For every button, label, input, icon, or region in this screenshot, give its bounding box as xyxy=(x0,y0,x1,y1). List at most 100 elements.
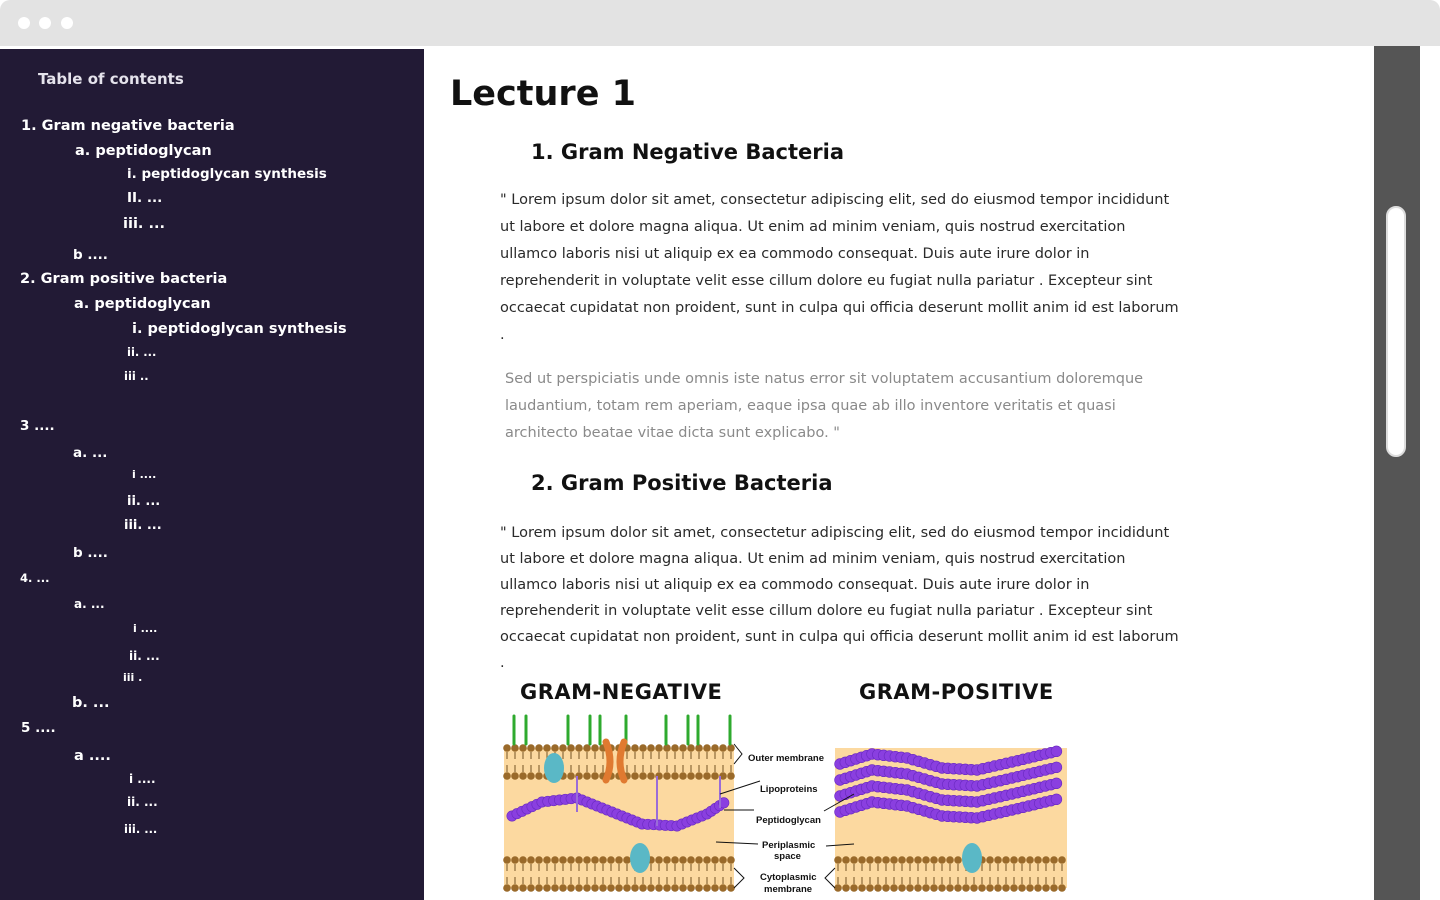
lipid-head xyxy=(607,856,615,864)
minimize-window-button[interactable] xyxy=(39,17,51,29)
lipid-head xyxy=(535,856,543,864)
toc-item[interactable]: 2. Gram positive bacteria xyxy=(20,271,227,287)
page-title: Lecture 1 xyxy=(450,74,636,114)
lipid-head xyxy=(567,856,575,864)
lipid-head xyxy=(647,884,655,892)
lipid-head xyxy=(1026,856,1034,864)
lipid-head xyxy=(591,856,599,864)
lipid-head xyxy=(623,884,631,892)
membrane-protein xyxy=(962,843,982,873)
close-window-button[interactable] xyxy=(18,17,30,29)
lipid-head xyxy=(1026,884,1034,892)
toc-item[interactable]: 4. ... xyxy=(20,571,49,585)
toc-item[interactable]: i .... xyxy=(133,622,157,635)
membrane-protein xyxy=(630,843,650,873)
toc-item[interactable]: 5 .... xyxy=(21,720,56,736)
lipid-head xyxy=(954,884,962,892)
lipid-head xyxy=(866,856,874,864)
toc-item[interactable]: iii. ... xyxy=(123,216,165,232)
lipid-head xyxy=(679,884,687,892)
lipid-head xyxy=(930,884,938,892)
lipid-head xyxy=(727,744,735,752)
lipid-head xyxy=(503,772,511,780)
lipid-head xyxy=(711,744,719,752)
vertical-scrollbar[interactable] xyxy=(1374,46,1420,900)
lipid-head xyxy=(663,884,671,892)
toc-item[interactable]: ii. ... xyxy=(127,494,160,509)
lipid-head xyxy=(695,856,703,864)
lipid-head xyxy=(503,884,511,892)
membrane-protein xyxy=(544,753,564,783)
section-heading: 1. Gram Negative Bacteria xyxy=(531,140,844,164)
lipid-head xyxy=(954,856,962,864)
lipid-head xyxy=(962,884,970,892)
lipid-head xyxy=(543,744,551,752)
lipid-head xyxy=(711,772,719,780)
lipid-head xyxy=(695,884,703,892)
lipid-head xyxy=(946,884,954,892)
maximize-window-button[interactable] xyxy=(61,17,73,29)
toc-item[interactable]: i. peptidoglycan synthesis xyxy=(132,321,347,337)
lipid-head xyxy=(631,744,639,752)
lipid-head xyxy=(970,884,978,892)
toc-item[interactable]: ii. ... xyxy=(129,649,160,663)
lipid-head xyxy=(890,856,898,864)
lipid-head xyxy=(1042,856,1050,864)
lipid-head xyxy=(703,744,711,752)
lipid-head xyxy=(914,884,922,892)
toc-item[interactable]: b .... xyxy=(73,545,108,561)
lipid-head xyxy=(559,744,567,752)
lipid-head xyxy=(898,856,906,864)
paragraph: " Lorem ipsum dolor sit amet, consectetu… xyxy=(500,192,1179,343)
lipid-head xyxy=(719,856,727,864)
lipid-head xyxy=(687,856,695,864)
toc-item[interactable]: II. ... xyxy=(127,190,162,206)
lipid-head xyxy=(671,772,679,780)
quote-paragraph: Sed ut perspiciatis unde omnis iste natu… xyxy=(505,371,1144,441)
toc-item[interactable]: ii. ... xyxy=(127,795,158,809)
toc-item[interactable]: i. peptidoglycan synthesis xyxy=(127,166,327,182)
toc-item[interactable]: iii. ... xyxy=(124,518,162,533)
lipid-head xyxy=(607,884,615,892)
toc-item[interactable]: a. peptidoglycan xyxy=(74,296,211,312)
toc-item[interactable]: b .... xyxy=(73,247,108,263)
label-outer-membrane: Outer membrane xyxy=(748,753,824,764)
toc-item[interactable]: i .... xyxy=(129,772,156,786)
lipid-head xyxy=(527,772,535,780)
lipid-head xyxy=(591,772,599,780)
toc-item[interactable]: a. ... xyxy=(73,445,107,461)
lipid-head xyxy=(1042,884,1050,892)
peptidoglycan-bead xyxy=(1050,793,1063,806)
toc-item[interactable]: b. ... xyxy=(72,695,109,711)
toc-item[interactable]: 1. Gram negative bacteria xyxy=(21,118,235,134)
toc-item[interactable]: iii . xyxy=(123,671,142,684)
toc-item[interactable]: ii. ... xyxy=(127,345,156,359)
lipid-head xyxy=(874,856,882,864)
lipid-head xyxy=(511,772,519,780)
toc-item[interactable]: a .... xyxy=(74,748,111,764)
lipid-head xyxy=(703,856,711,864)
lipid-head xyxy=(703,772,711,780)
toc-item[interactable]: iii. ... xyxy=(124,822,157,836)
lipid-head xyxy=(511,884,519,892)
label-periplasmic: Periplasmic xyxy=(762,840,815,851)
lipid-head xyxy=(719,884,727,892)
lipid-head xyxy=(527,856,535,864)
lipid-head xyxy=(663,744,671,752)
toc-item[interactable]: i .... xyxy=(132,468,156,481)
toc-item[interactable]: 3 .... xyxy=(20,418,55,434)
scrollbar-thumb[interactable] xyxy=(1386,206,1406,457)
toc-item[interactable]: iii .. xyxy=(124,369,149,383)
lipid-head xyxy=(695,772,703,780)
lipid-head xyxy=(551,884,559,892)
toc-item[interactable]: a. ... xyxy=(74,597,105,611)
lipid-head xyxy=(687,772,695,780)
lipid-head xyxy=(535,744,543,752)
lipid-head xyxy=(679,772,687,780)
lipid-head xyxy=(946,856,954,864)
lipid-head xyxy=(543,856,551,864)
toc-item[interactable]: a. peptidoglycan xyxy=(75,143,212,159)
lipid-head xyxy=(882,884,890,892)
lipid-head xyxy=(727,856,735,864)
lipid-head xyxy=(519,856,527,864)
